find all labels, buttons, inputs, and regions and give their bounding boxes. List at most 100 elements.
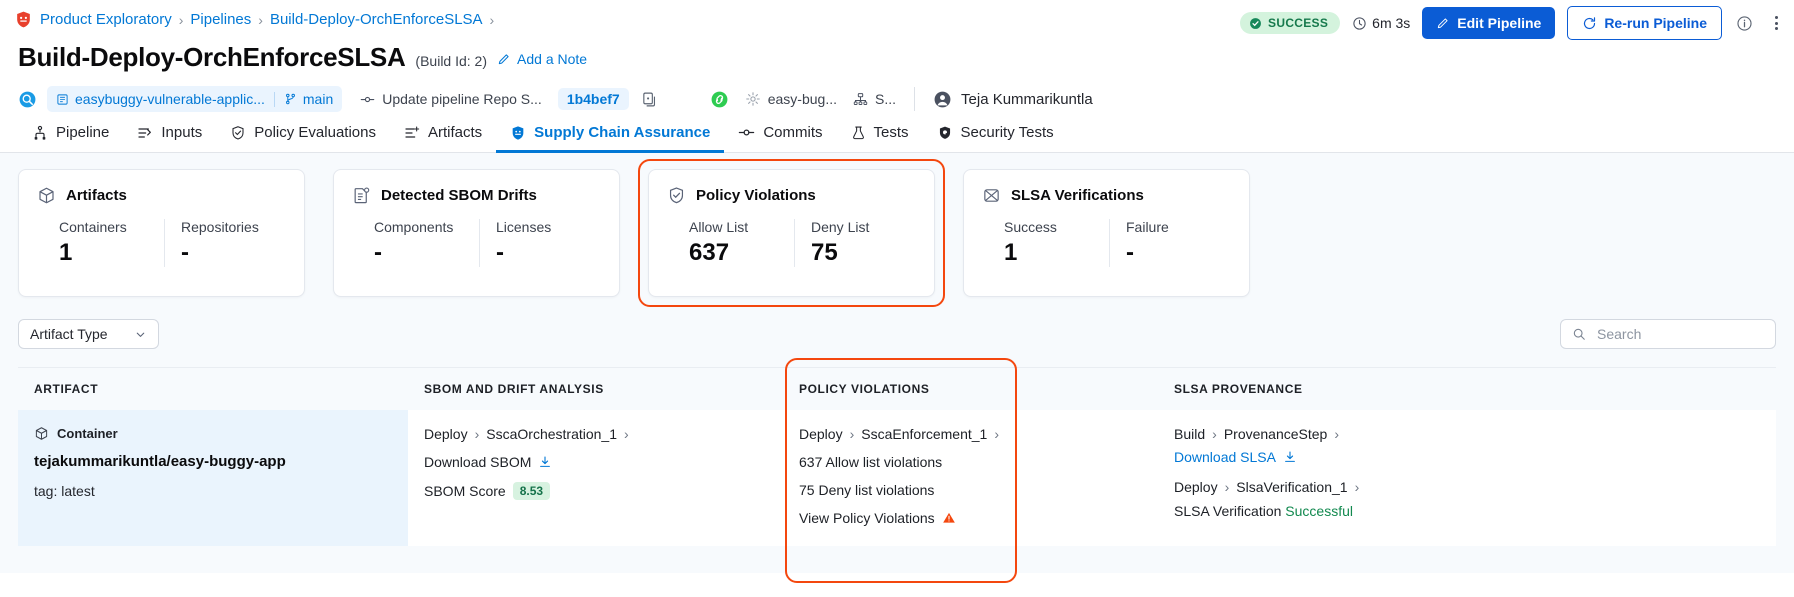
title-row: Build-Deploy-OrchEnforceSLSA (Build Id: … (0, 40, 1794, 73)
column-header-artifact: ARTIFACT (34, 382, 99, 396)
breadcrumb-item-2[interactable]: Build-Deploy-OrchEnforceSLSA (270, 11, 483, 28)
policy-violations-card-wrapper: Policy Violations Allow List 637 Deny Li… (638, 159, 945, 307)
sbom-stage-link[interactable]: Deploy (424, 426, 468, 442)
slsa-verification-result: SLSA Verification Successful (1174, 503, 1560, 519)
card-column: Licenses - (479, 219, 601, 267)
column-label: Repositories (181, 219, 259, 235)
allow-list-violations: 637 Allow list violations (799, 454, 943, 470)
table-header-row: ARTIFACT SBOM AND DRIFT ANALYSIS POLICY … (18, 368, 1776, 410)
column-value: 637 (689, 239, 730, 266)
policy-check-shield-icon (667, 186, 686, 205)
view-policy-violations-link[interactable]: View Policy Violations (799, 510, 1142, 526)
tab-tests[interactable]: Tests (837, 124, 923, 152)
tab-pipeline[interactable]: Pipeline (18, 124, 123, 152)
cell-artifact: Container tejakummarikuntla/easy-buggy-a… (18, 410, 408, 546)
user-name: Teja Kummarikuntla (961, 90, 1093, 108)
pipeline-icon (34, 125, 46, 140)
user-info: Teja Kummarikuntla (933, 90, 1093, 109)
column-label: Allow List (689, 219, 749, 235)
slsa-build-breadcrumb: Build › ProvenanceStep › (1174, 426, 1560, 442)
tab-artifacts[interactable]: Artifacts (390, 124, 496, 152)
tab-label: Tests (873, 124, 909, 141)
breadcrumb-item-1[interactable]: Pipelines (190, 11, 251, 28)
refresh-icon (1584, 16, 1596, 29)
tab-label: Supply Chain Assurance (534, 124, 711, 141)
info-icon[interactable] (1734, 13, 1755, 34)
search-input[interactable] (1595, 325, 1764, 343)
summary-cards: Artifacts Containers 1 Repositories - De… (18, 159, 1776, 307)
slsa-verification-label: SLSA Verification (1174, 503, 1282, 519)
branch-icon (285, 93, 295, 105)
chevron-right-icon: › (994, 426, 1000, 442)
policy-step-link[interactable]: SscaEnforcement_1 (861, 426, 987, 442)
card-columns: Components - Licenses - (352, 219, 601, 267)
column-header-policy-violations: POLICY VIOLATIONS (799, 382, 930, 396)
slsa-icon (982, 186, 1001, 205)
service-item[interactable]: easy-bug... (745, 91, 837, 107)
slsa-deploy-stage-link[interactable]: Deploy (1174, 479, 1218, 495)
meta-row: easybuggy-vulnerable-applic... main Upda… (0, 73, 1794, 115)
column-label: Licenses (496, 219, 552, 235)
supply-chain-shield-icon (512, 125, 524, 140)
breadcrumb-item-0[interactable]: Product Exploratory (40, 11, 172, 28)
card-column: Allow List 637 (667, 219, 794, 267)
divider (273, 91, 275, 107)
tab-label: Inputs (161, 124, 203, 141)
commit-icon (739, 129, 755, 136)
sbom-step-link[interactable]: SscaOrchestration_1 (486, 426, 617, 442)
tab-commits[interactable]: Commits (724, 124, 836, 152)
artifact-type-label: Artifact Type (30, 326, 108, 342)
inputs-icon (138, 127, 152, 138)
card-columns: Success 1 Failure - (982, 219, 1231, 267)
repo-link[interactable]: easybuggy-vulnerable-applic... (56, 91, 265, 107)
page-title: Build-Deploy-OrchEnforceSLSA (18, 42, 406, 72)
kebab-menu-icon[interactable] (1767, 12, 1786, 34)
build-id: (Build Id: 2) (415, 53, 488, 69)
artifacts-card: Artifacts Containers 1 Repositories - (18, 169, 305, 297)
tab-inputs[interactable]: Inputs (123, 124, 216, 152)
sbom-drifts-card: Detected SBOM Drifts Components - Licens… (333, 169, 620, 297)
clock-icon (1353, 16, 1366, 30)
tab-security-tests[interactable]: Security Tests (923, 124, 1068, 152)
card-title: Policy Violations (696, 187, 816, 204)
branch-link[interactable]: main (284, 91, 333, 107)
slsa-build-stage-link[interactable]: Build (1174, 426, 1205, 442)
rerun-pipeline-button[interactable]: Re-run Pipeline (1567, 6, 1722, 40)
slsa-verification-step-link[interactable]: SlsaVerification_1 (1236, 479, 1347, 495)
add-note-button[interactable]: Add a Note (497, 51, 587, 67)
download-sbom-link[interactable]: Download SBOM (424, 454, 767, 470)
breadcrumb-separator: › (178, 11, 184, 28)
chevron-down-icon (134, 328, 147, 341)
edit-pipeline-button[interactable]: Edit Pipeline (1422, 7, 1556, 39)
column-value: 75 (811, 239, 838, 266)
slsa-verifications-card: SLSA Verifications Success 1 Failure - (963, 169, 1250, 297)
column-header-slsa-provenance: SLSA PROVENANCE (1174, 382, 1303, 396)
chevron-right-icon: › (1354, 479, 1360, 495)
chevron-right-icon: › (1334, 426, 1340, 442)
card-column: Failure - (1109, 219, 1231, 267)
search-box[interactable] (1560, 319, 1776, 349)
copy-icon[interactable] (639, 89, 660, 110)
sbom-score[interactable]: SBOM Score 8.53 (424, 482, 767, 500)
tab-supply-chain-assurance[interactable]: Supply Chain Assurance (496, 124, 725, 153)
artifact-type-dropdown[interactable]: Artifact Type (18, 319, 159, 349)
column-value: - (496, 239, 504, 266)
tab-policy-evaluations[interactable]: Policy Evaluations (216, 124, 390, 152)
download-slsa-link[interactable]: Download SLSA (1174, 449, 1560, 465)
rerun-pipeline-label: Re-run Pipeline (1604, 15, 1707, 31)
policy-stage-link[interactable]: Deploy (799, 426, 843, 442)
slsa-provenance-step-link[interactable]: ProvenanceStep (1224, 426, 1328, 442)
repository-icon (57, 93, 68, 105)
environment-item[interactable]: S... (853, 91, 896, 107)
breadcrumb-separator: › (258, 11, 263, 28)
deny-list-violations: 75 Deny list violations (799, 482, 935, 498)
filter-row: Artifact Type (18, 319, 1776, 349)
edit-pipeline-label: Edit Pipeline (1457, 15, 1542, 31)
column-value: 1 (1004, 239, 1018, 266)
gear-icon (745, 92, 760, 106)
tab-label: Policy Evaluations (254, 124, 376, 141)
tab-label: Commits (763, 124, 823, 141)
commit-sha[interactable]: 1b4bef7 (557, 88, 629, 110)
pencil-icon (1438, 18, 1448, 29)
card-columns: Containers 1 Repositories - (37, 219, 286, 267)
